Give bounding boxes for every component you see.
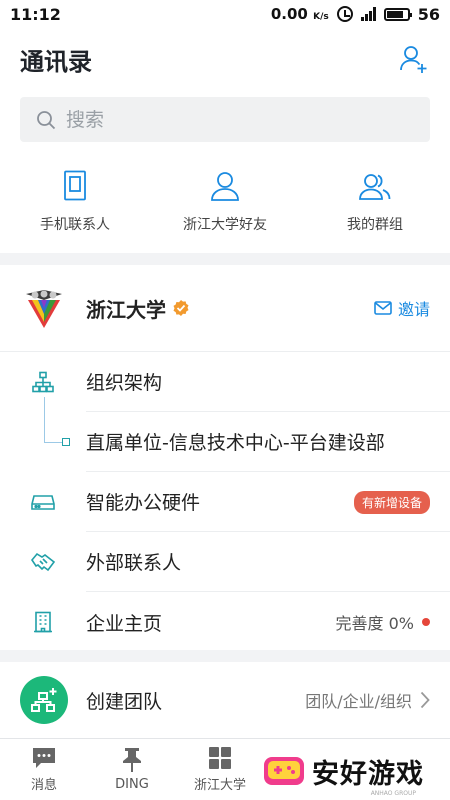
org-item-homepage[interactable]: 企业主页 完善度 0% [0,592,450,652]
message-icon [33,748,55,768]
grid-icon [209,747,231,769]
person-icon [211,172,239,201]
hardware-icon [31,495,55,510]
university-logo-icon [26,290,62,328]
phone-contacts-icon [64,170,86,201]
quick-entry-label: 我的群组 [347,217,403,233]
battery-level: 56 [417,4,440,24]
signal-icon [360,7,376,21]
page-header: 通讯录 [0,28,450,90]
org-chart-icon [32,371,54,393]
status-time: 11:12 [10,4,61,24]
quick-entry-friends[interactable]: 浙江大学好友 [150,150,300,253]
tab-messages[interactable]: 消息 [0,739,88,800]
gamepad-logo-icon [264,757,304,785]
tree-node-icon [62,438,70,446]
tree-connector-line [44,397,45,443]
watermark-text: 安好游戏 [312,758,424,790]
tab-label: 浙江大学 [193,778,246,793]
completeness-text: 完善度 0% [335,614,414,633]
org-item-label: 直属单位-信息技术中心-平台建设部 [86,412,450,472]
search-icon [37,110,56,129]
org-item-external-contacts[interactable]: 外部联系人 [0,532,450,592]
quick-entry-label: 手机联系人 [40,217,110,233]
building-icon [34,611,52,633]
organization-card: 浙江大学 邀请 组织架构 直属单位-信息技术中心-平台建设部 智能办公硬件 有新… [0,265,450,650]
battery-icon [383,7,412,21]
tab-organization[interactable]: 浙江大学 [176,739,264,800]
organization-header[interactable]: 浙江大学 邀请 [0,265,450,352]
tab-label: DING [115,777,149,792]
org-item-structure[interactable]: 组织架构 [0,352,450,412]
new-device-badge: 有新增设备 [353,490,430,514]
tab-label: 消息 [30,778,57,793]
pin-icon [123,748,141,772]
tab-ding[interactable]: DING [88,739,176,800]
search-section [0,90,450,150]
org-item-hardware[interactable]: 智能办公硬件 有新增设备 [0,472,450,532]
mail-icon [374,301,392,315]
quick-entry-phone-contacts[interactable]: 手机联系人 [0,150,150,253]
org-item-label: 组织架构 [86,352,450,412]
quick-entry-groups[interactable]: 我的群组 [300,150,450,253]
alarm-icon [336,6,353,22]
invite-button[interactable]: 邀请 [374,296,430,320]
create-team-icon [20,676,68,724]
tree-connector-branch [44,442,62,443]
handshake-icon [31,552,55,572]
search-input[interactable] [66,108,366,131]
status-bar: 11:12 0.00 K/s 56 [0,0,450,28]
page-title: 通讯录 [20,47,92,76]
unread-dot [422,618,430,626]
quick-entry-label: 浙江大学好友 [183,217,267,233]
create-team-row[interactable]: 创建团队 团队/企业/组织 [0,662,450,738]
group-icon [359,174,391,200]
watermark: 安好游戏 ANHAO GROUP [262,742,450,800]
create-team-subtitle: 团队/企业/组织 [305,692,412,711]
verified-badge-icon [173,300,189,316]
watermark-small-text: ANHAO GROUP [370,790,416,797]
add-contact-icon[interactable] [398,43,430,75]
search-bar[interactable] [20,97,430,142]
network-speed: 0.00 K/s [270,5,329,23]
organization-name: 浙江大学 [86,294,374,323]
chevron-right-icon [420,691,430,709]
org-item-label: 外部联系人 [86,532,450,592]
quick-entries: 手机联系人 浙江大学好友 我的群组 [0,150,450,253]
create-team-title: 创建团队 [86,690,163,713]
